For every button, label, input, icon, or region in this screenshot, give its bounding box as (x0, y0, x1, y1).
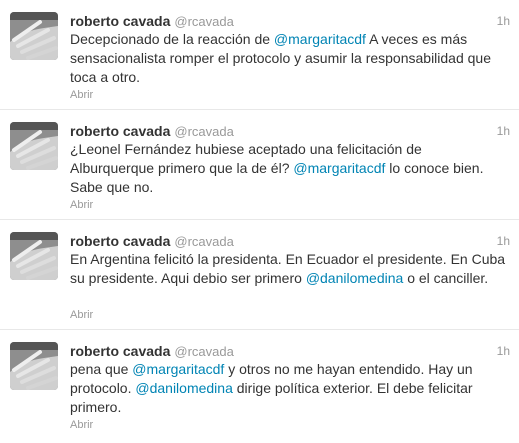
tweet-timestamp[interactable]: 1h (497, 342, 510, 360)
tweet-timeline: roberto cavada @rcavada 1h Decepcionado d… (0, 0, 519, 440)
mention-link[interactable]: @danilomedina (306, 270, 404, 286)
tweet-text: ¿Leonel Fernández hubiese aceptado una f… (70, 140, 506, 197)
tweet-header: roberto cavada @rcavada 1h (70, 342, 510, 360)
avatar[interactable] (10, 342, 58, 390)
tweet-text-segment: Decepcionado de la reacción de (70, 31, 274, 47)
open-tweet-link[interactable]: Abrir (70, 309, 93, 321)
hand-avatar-icon (10, 122, 58, 170)
user-screenname[interactable]: @rcavada (174, 234, 233, 249)
hand-avatar-icon (10, 12, 58, 60)
user-fullname[interactable]: roberto cavada (70, 343, 170, 359)
tweet-timestamp[interactable]: 1h (497, 122, 510, 140)
tweet-item[interactable]: roberto cavada @rcavada 1h En Argentina f… (0, 220, 519, 330)
user-screenname[interactable]: @rcavada (174, 344, 233, 359)
open-tweet-link[interactable]: Abrir (70, 419, 93, 431)
tweet-text: En Argentina felicitó la presidenta. En … (70, 250, 506, 288)
hand-avatar-icon (10, 342, 58, 390)
avatar[interactable] (10, 232, 58, 280)
tweet-item[interactable]: roberto cavada @rcavada 1h ¿Leonel Fernán… (0, 110, 519, 220)
tweet-item[interactable]: roberto cavada @rcavada 1h pena que @marg… (0, 330, 519, 440)
user-fullname[interactable]: roberto cavada (70, 123, 170, 139)
open-tweet-link[interactable]: Abrir (70, 199, 93, 211)
mention-link[interactable]: @danilomedina (135, 380, 233, 396)
tweet-timestamp[interactable]: 1h (497, 12, 510, 30)
tweet-header: roberto cavada @rcavada 1h (70, 232, 510, 250)
user-fullname[interactable]: roberto cavada (70, 13, 170, 29)
mention-link[interactable]: @margaritacdf (132, 361, 224, 377)
avatar[interactable] (10, 122, 58, 170)
tweet-header: roberto cavada @rcavada 1h (70, 122, 510, 140)
tweet-timestamp[interactable]: 1h (497, 232, 510, 250)
tweet-text-segment: o el canciller. (403, 270, 489, 286)
user-screenname[interactable]: @rcavada (174, 14, 233, 29)
user-screenname[interactable]: @rcavada (174, 124, 233, 139)
tweet-text-segment: pena que (70, 361, 133, 377)
avatar[interactable] (10, 12, 58, 60)
mention-link[interactable]: @margaritacdf (293, 160, 385, 176)
tweet-header: roberto cavada @rcavada 1h (70, 12, 510, 30)
tweet-text: Decepcionado de la reacción de @margarit… (70, 30, 506, 87)
mention-link[interactable]: @margaritacdf (274, 31, 366, 47)
tweet-item[interactable]: roberto cavada @rcavada 1h Decepcionado d… (0, 0, 519, 110)
hand-avatar-icon (10, 232, 58, 280)
user-fullname[interactable]: roberto cavada (70, 233, 170, 249)
tweet-text: pena que @margaritacdf y otros no me hay… (70, 360, 506, 417)
open-tweet-link[interactable]: Abrir (70, 89, 93, 101)
